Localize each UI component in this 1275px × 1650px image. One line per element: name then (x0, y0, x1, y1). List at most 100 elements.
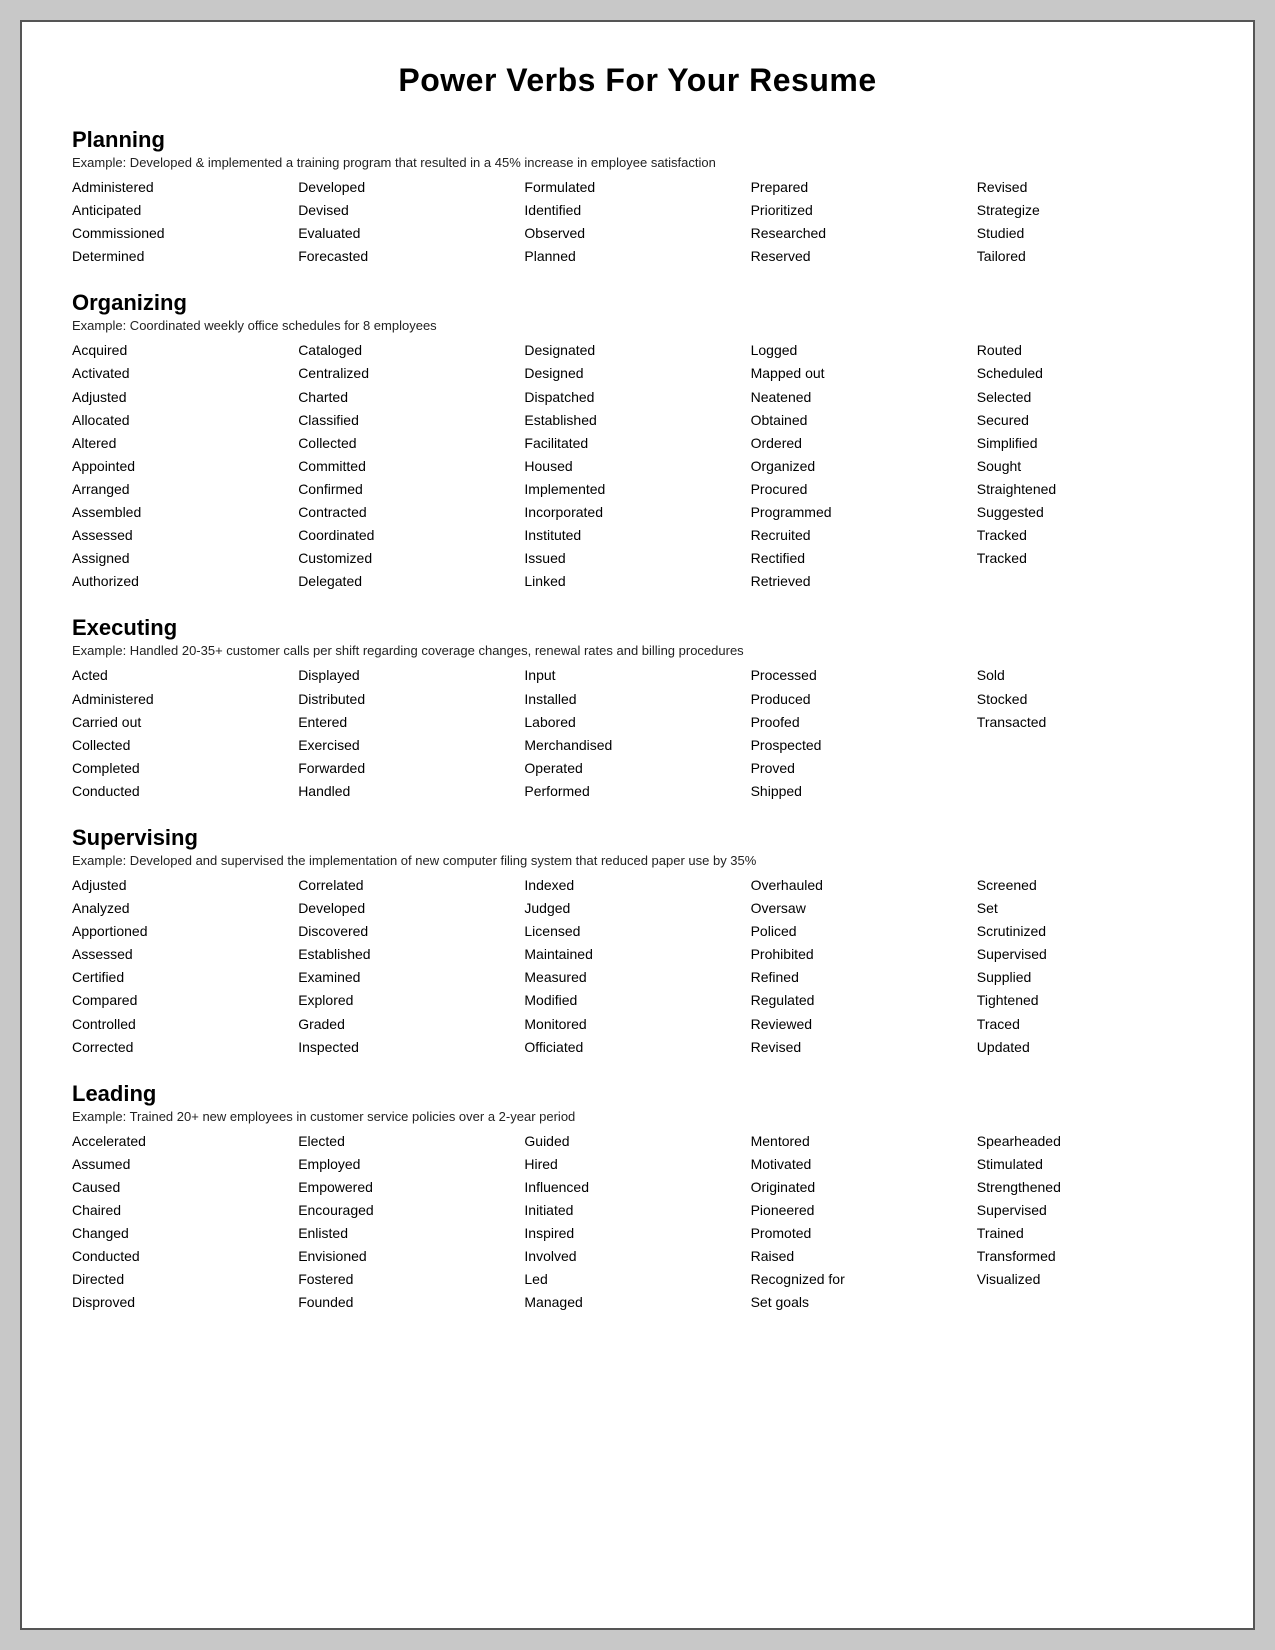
verb-cell (977, 757, 1203, 780)
verbs-grid-leading: AcceleratedElectedGuidedMentoredSpearhea… (72, 1130, 1203, 1315)
verb-cell: Assumed (72, 1153, 298, 1176)
verb-cell: Ordered (751, 432, 977, 455)
verb-cell: Tailored (977, 245, 1203, 268)
verb-cell: Reviewed (751, 1013, 977, 1036)
verb-cell: Formulated (524, 176, 750, 199)
verb-cell: Evaluated (298, 222, 524, 245)
verb-cell: Reserved (751, 245, 977, 268)
verb-cell: Authorized (72, 570, 298, 593)
verb-cell: Installed (524, 688, 750, 711)
verb-cell: Identified (524, 199, 750, 222)
section-title-supervising: Supervising (72, 825, 1203, 851)
verb-cell: Collected (298, 432, 524, 455)
verb-cell: Scrutinized (977, 920, 1203, 943)
verb-cell: Administered (72, 688, 298, 711)
verb-cell: Devised (298, 199, 524, 222)
verb-cell: Changed (72, 1222, 298, 1245)
verb-cell: Handled (298, 780, 524, 803)
verb-cell: Delegated (298, 570, 524, 593)
verb-cell: Rectified (751, 547, 977, 570)
verb-cell: Facilitated (524, 432, 750, 455)
verb-cell: Selected (977, 386, 1203, 409)
section-example-organizing: Example: Coordinated weekly office sched… (72, 318, 1203, 333)
section-title-planning: Planning (72, 127, 1203, 153)
verb-cell: Stocked (977, 688, 1203, 711)
verb-cell (977, 1291, 1203, 1314)
verb-cell: Incorporated (524, 501, 750, 524)
verb-cell: Inspected (298, 1036, 524, 1059)
verb-cell: Revised (977, 176, 1203, 199)
verb-cell (977, 570, 1203, 593)
verb-cell: Determined (72, 245, 298, 268)
verb-cell: Charted (298, 386, 524, 409)
verb-cell (977, 734, 1203, 757)
verb-cell: Completed (72, 757, 298, 780)
verb-cell: Shipped (751, 780, 977, 803)
verbs-grid-organizing: AcquiredCatalogedDesignatedLoggedRoutedA… (72, 339, 1203, 593)
verb-cell: Appointed (72, 455, 298, 478)
verb-cell: Strategize (977, 199, 1203, 222)
verb-cell: Prospected (751, 734, 977, 757)
verb-cell: Researched (751, 222, 977, 245)
verb-cell: Instituted (524, 524, 750, 547)
verb-cell: Assembled (72, 501, 298, 524)
verb-cell: Acted (72, 664, 298, 687)
section-example-executing: Example: Handled 20-35+ customer calls p… (72, 643, 1203, 658)
verb-cell: Processed (751, 664, 977, 687)
verb-cell: Organized (751, 455, 977, 478)
verb-cell: Caused (72, 1176, 298, 1199)
verb-cell: Involved (524, 1245, 750, 1268)
verb-cell: Established (524, 409, 750, 432)
verb-cell: Merchandised (524, 734, 750, 757)
section-title-executing: Executing (72, 615, 1203, 641)
verb-cell: Collected (72, 734, 298, 757)
verb-cell: Raised (751, 1245, 977, 1268)
verb-cell: Licensed (524, 920, 750, 943)
verb-cell: Accelerated (72, 1130, 298, 1153)
verb-cell: Chaired (72, 1199, 298, 1222)
verb-cell: Scheduled (977, 362, 1203, 385)
page-title: Power Verbs For Your Resume (72, 62, 1203, 99)
verb-cell: Issued (524, 547, 750, 570)
verb-cell: Mapped out (751, 362, 977, 385)
verb-cell: Spearheaded (977, 1130, 1203, 1153)
verb-cell: Tracked (977, 547, 1203, 570)
verb-cell: Set (977, 897, 1203, 920)
verb-cell: Encouraged (298, 1199, 524, 1222)
verb-cell: Contracted (298, 501, 524, 524)
verb-cell: Guided (524, 1130, 750, 1153)
verb-cell: Cataloged (298, 339, 524, 362)
verb-cell: Conducted (72, 1245, 298, 1268)
verb-cell: Indexed (524, 874, 750, 897)
verb-cell: Prioritized (751, 199, 977, 222)
verb-cell: Set goals (751, 1291, 977, 1314)
verb-cell: Oversaw (751, 897, 977, 920)
verb-cell: Regulated (751, 989, 977, 1012)
verb-cell: Administered (72, 176, 298, 199)
verbs-grid-planning: AdministeredDevelopedFormulatedPreparedR… (72, 176, 1203, 268)
verb-cell: Allocated (72, 409, 298, 432)
verb-cell: Correlated (298, 874, 524, 897)
verb-cell: Distributed (298, 688, 524, 711)
verb-cell: Supervised (977, 943, 1203, 966)
verb-cell: Tracked (977, 524, 1203, 547)
verb-cell: Hired (524, 1153, 750, 1176)
verb-cell: Monitored (524, 1013, 750, 1036)
verb-cell: Exercised (298, 734, 524, 757)
verb-cell: Stimulated (977, 1153, 1203, 1176)
verb-cell: Refined (751, 966, 977, 989)
verb-cell: Confirmed (298, 478, 524, 501)
verb-cell: Carried out (72, 711, 298, 734)
verb-cell: Developed (298, 176, 524, 199)
verb-cell: Transformed (977, 1245, 1203, 1268)
verb-cell: Designed (524, 362, 750, 385)
verb-cell: Employed (298, 1153, 524, 1176)
verb-cell: Established (298, 943, 524, 966)
verb-cell: Assessed (72, 524, 298, 547)
verb-cell: Anticipated (72, 199, 298, 222)
verb-cell: Housed (524, 455, 750, 478)
verb-cell: Sold (977, 664, 1203, 687)
verb-cell: Discovered (298, 920, 524, 943)
verb-cell: Straightened (977, 478, 1203, 501)
verb-cell: Compared (72, 989, 298, 1012)
